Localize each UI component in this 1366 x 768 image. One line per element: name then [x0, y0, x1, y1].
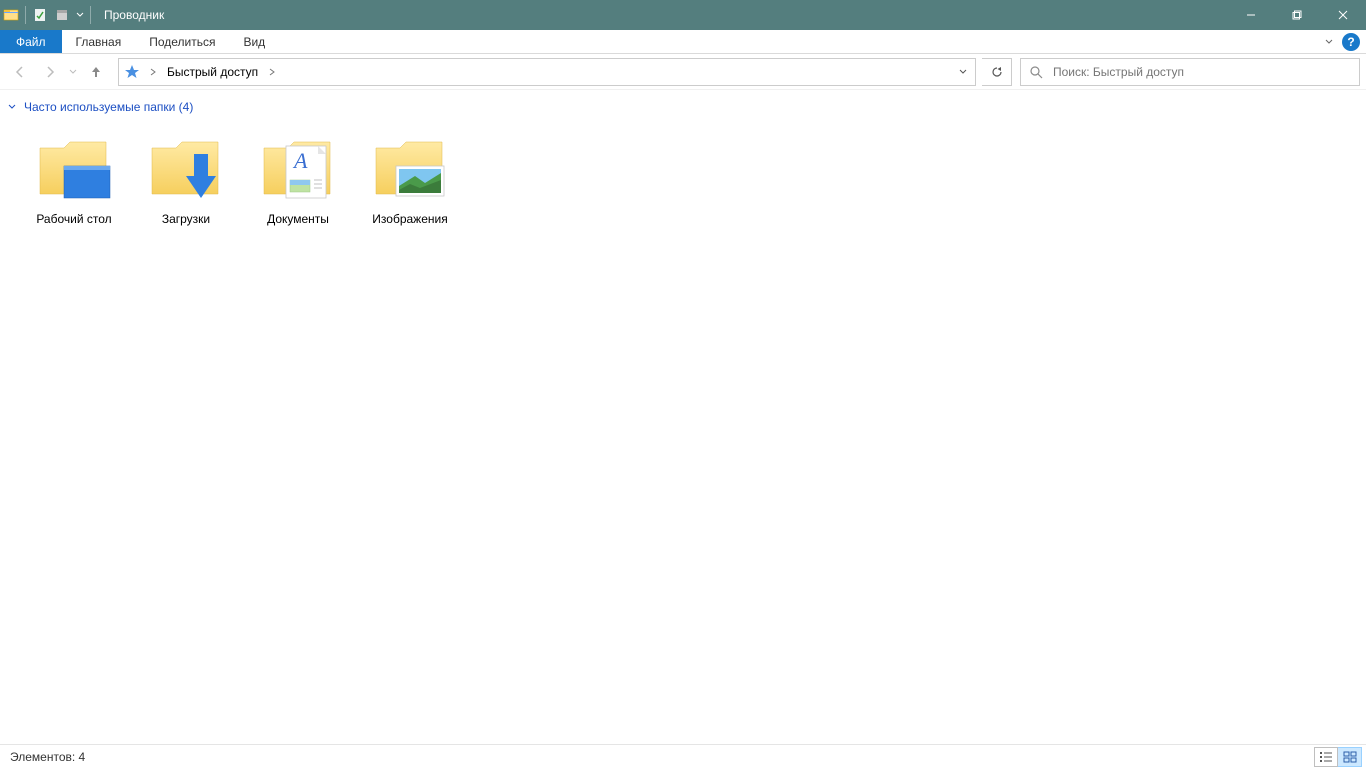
ribbon-collapse-caret-icon[interactable] — [1322, 35, 1336, 49]
nav-back-button[interactable] — [6, 58, 34, 86]
folder-item-label: Документы — [267, 212, 329, 228]
qat-separator-2 — [90, 6, 91, 24]
app-icon — [0, 0, 22, 30]
folder-item-label: Рабочий стол — [36, 212, 111, 228]
folder-documents-icon: A — [258, 128, 338, 208]
close-button[interactable] — [1320, 0, 1366, 30]
folder-desktop-icon — [34, 128, 114, 208]
refresh-button[interactable] — [982, 58, 1012, 86]
qat-customize-caret-icon[interactable] — [73, 0, 87, 30]
title-left-group: Проводник — [0, 0, 164, 30]
maximize-button[interactable] — [1274, 0, 1320, 30]
address-history-dropdown[interactable] — [949, 59, 975, 85]
ribbon-right-group: ? — [1322, 30, 1366, 53]
window-controls — [1228, 0, 1366, 30]
view-toggle — [1314, 747, 1362, 767]
tab-share[interactable]: Поделиться — [135, 30, 229, 53]
group-collapse-chevron-icon — [6, 101, 18, 113]
ribbon-tabs: Файл Главная Поделиться Вид ? — [0, 30, 1366, 54]
nav-forward-button[interactable] — [36, 58, 64, 86]
svg-text:A: A — [292, 148, 308, 173]
tab-file[interactable]: Файл — [0, 30, 62, 53]
ribbon-spacer — [279, 30, 1322, 53]
search-icon — [1029, 65, 1043, 79]
nav-up-button[interactable] — [82, 58, 110, 86]
status-count-label: Элементов: 4 — [10, 750, 85, 764]
folder-item-pictures[interactable]: Изображения — [354, 122, 466, 238]
nav-recent-caret-icon[interactable] — [66, 58, 80, 86]
folder-item-label: Загрузки — [162, 212, 210, 228]
help-button[interactable]: ? — [1342, 33, 1360, 51]
group-header-label: Часто используемые папки (4) — [24, 100, 193, 114]
content-area: Часто используемые папки (4) Рабочий сто… — [0, 90, 1366, 744]
minimize-button[interactable] — [1228, 0, 1274, 30]
address-bar[interactable]: Быстрый доступ — [118, 58, 976, 86]
search-input[interactable] — [1051, 64, 1351, 80]
view-details-button[interactable] — [1314, 747, 1338, 767]
qat-separator — [25, 6, 26, 24]
quick-access-icon — [119, 59, 145, 85]
folder-item-documents[interactable]: A Документы — [242, 122, 354, 238]
window-title: Проводник — [104, 8, 164, 22]
folder-pictures-icon — [370, 128, 450, 208]
items-grid: Рабочий стол Загрузки — [6, 122, 1366, 238]
status-bar: Элементов: 4 — [0, 744, 1366, 768]
view-largeicons-button[interactable] — [1338, 747, 1362, 767]
folder-item-desktop[interactable]: Рабочий стол — [18, 122, 130, 238]
search-box[interactable] — [1020, 58, 1360, 86]
title-bar: Проводник — [0, 0, 1366, 30]
folder-downloads-icon — [146, 128, 226, 208]
address-chevron-icon-2[interactable] — [264, 59, 280, 85]
folder-item-downloads[interactable]: Загрузки — [130, 122, 242, 238]
address-root-segment: Быстрый доступ — [119, 59, 280, 85]
qat-newfolder-icon[interactable] — [51, 0, 73, 30]
address-chevron-icon[interactable] — [145, 59, 161, 85]
qat-properties-icon[interactable] — [29, 0, 51, 30]
tab-home[interactable]: Главная — [62, 30, 136, 53]
address-root-label[interactable]: Быстрый доступ — [161, 59, 264, 85]
folder-item-label: Изображения — [372, 212, 447, 228]
navigation-row: Быстрый доступ — [0, 54, 1366, 90]
group-header[interactable]: Часто используемые папки (4) — [6, 96, 1366, 122]
tab-view[interactable]: Вид — [229, 30, 279, 53]
